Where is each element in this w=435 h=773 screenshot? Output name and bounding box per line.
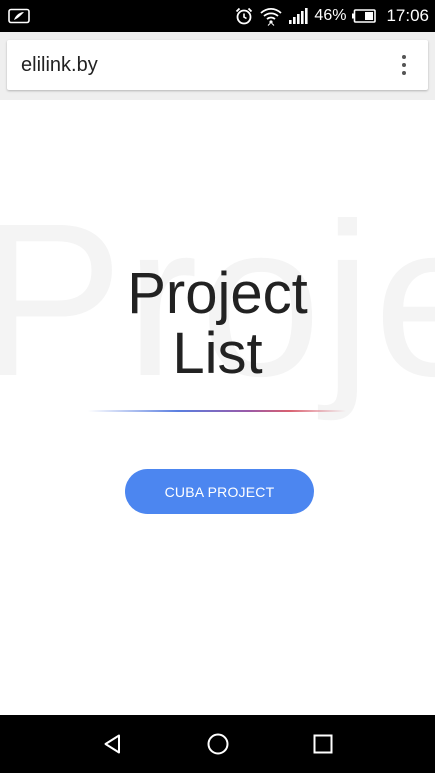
status-right: 46% 17:06 <box>234 6 429 26</box>
status-left <box>8 8 30 24</box>
page-title-line-2: List <box>172 321 263 386</box>
cuba-project-button[interactable]: CUBA PROJECT <box>125 469 314 514</box>
battery-percent: 46% <box>314 7 347 24</box>
home-icon[interactable] <box>198 724 238 764</box>
battery-icon <box>352 9 377 23</box>
recents-icon[interactable] <box>303 724 343 764</box>
browser-toolbar: elilink.by <box>0 32 435 100</box>
title-divider <box>88 410 346 412</box>
alarm-icon <box>234 6 254 26</box>
navigation-bar <box>0 715 435 773</box>
address-bar[interactable]: elilink.by <box>7 40 428 90</box>
wifi-icon <box>260 6 283 26</box>
more-vert-icon[interactable] <box>394 50 414 80</box>
clock: 17:06 <box>386 6 429 25</box>
signal-icon <box>288 7 309 25</box>
back-icon[interactable] <box>93 724 133 764</box>
page-title-line-1: Project <box>127 261 308 326</box>
status-bar: 46% 17:06 <box>0 0 435 32</box>
url-text[interactable]: elilink.by <box>21 54 98 77</box>
notification-icon <box>8 8 30 24</box>
page-title: Project List <box>0 264 435 384</box>
page-content: Proje Project List CUBA PROJECT <box>0 100 435 715</box>
